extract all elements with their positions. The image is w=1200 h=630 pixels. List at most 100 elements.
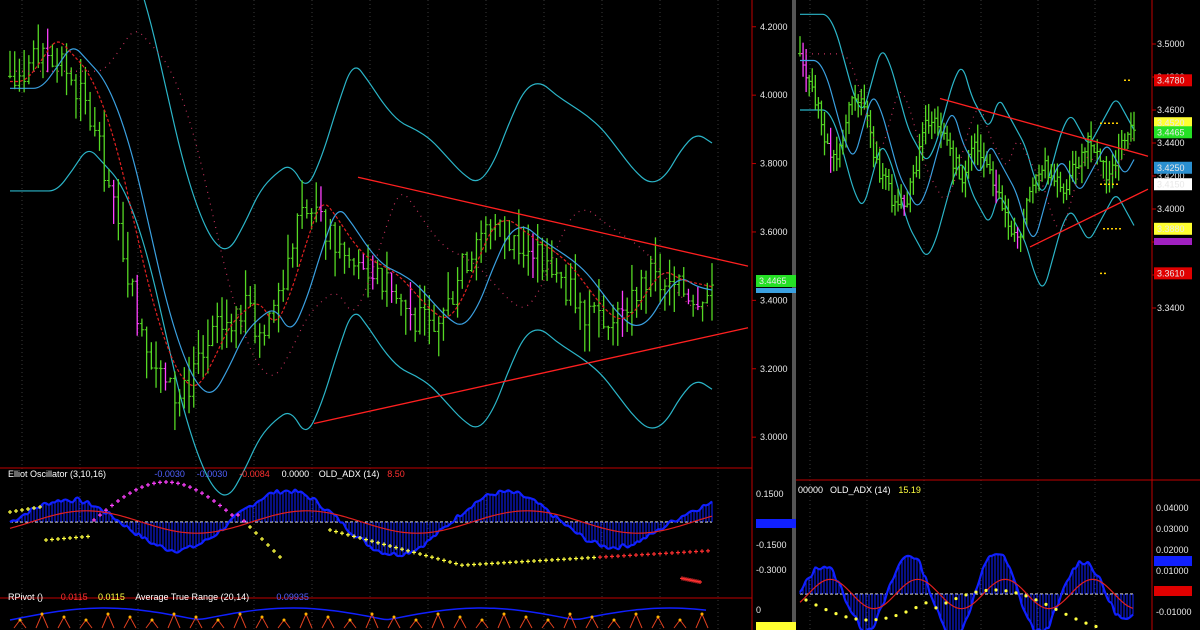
right-purple-tag — [1154, 238, 1192, 245]
right-price-tag: 3.4465 — [1157, 127, 1185, 137]
left-price-tick: 4.2000 — [760, 22, 788, 32]
left-price-tick: 3.4000 — [760, 295, 788, 305]
right-dot-point — [894, 613, 898, 618]
left-oscillator-tick: -0.1500 — [756, 540, 787, 550]
right-dot-point — [1094, 624, 1098, 629]
left-oscillator-tick: 0.1500 — [756, 489, 784, 499]
right-dot-point — [864, 618, 868, 622]
right-price-tick: 3.3400 — [1157, 303, 1185, 313]
left-price-tick: 4.0000 — [760, 90, 788, 100]
left-ma-tag — [756, 288, 796, 293]
right-dot-point — [994, 588, 998, 592]
left-pivot-point — [216, 618, 220, 622]
right-dot-point — [1044, 602, 1048, 607]
left-pivot-point — [546, 618, 550, 622]
left-pivot-point — [40, 612, 44, 616]
left-pivot-point — [238, 612, 242, 616]
left-pivot-legend-item: 0.09935 — [276, 592, 309, 602]
left-pivot-point — [84, 618, 88, 622]
left-pivot-point — [480, 618, 484, 622]
left-pivot-legend-item: 0.0115 — [61, 592, 88, 602]
right-price-tick: 3.4600 — [1157, 105, 1185, 115]
right-dot-point — [984, 588, 988, 593]
right-oscillator-legend-item: OLD_ADX (14) — [830, 485, 891, 495]
right-dot-point — [1064, 612, 1068, 616]
left-pivot-point — [326, 615, 330, 619]
left-pivot-point — [172, 612, 176, 616]
left-pivot-point — [62, 615, 66, 619]
left-oscillator-legend-item: OLD_ADX (14) — [319, 469, 380, 479]
left-pivot-point — [150, 618, 154, 622]
right-price-tag: 3.4780 — [1157, 75, 1185, 85]
left-pivot-legend-item: 0.0115 — [98, 592, 125, 602]
right-dot-point — [1024, 594, 1028, 598]
left-pivot-point — [348, 618, 352, 622]
left-pivot-point — [678, 618, 682, 622]
right-dot-point — [974, 590, 978, 594]
right-dot-point — [934, 606, 938, 610]
left-pivot-point — [128, 615, 132, 619]
left-pivot-point — [634, 612, 638, 616]
right-dot-point — [1074, 617, 1078, 621]
pane-splitter — [792, 0, 796, 630]
right-price-tick: 3.4400 — [1157, 138, 1185, 148]
left-pivot-point — [502, 612, 506, 616]
left-pivot-point — [458, 615, 462, 619]
left-pivot-point — [524, 615, 528, 619]
right-dot-point — [844, 615, 848, 619]
left-pivot-point — [106, 612, 110, 616]
right-oscillator-tick: -0.01000 — [1156, 607, 1192, 617]
right-dot-point — [954, 596, 958, 601]
left-price-tick: 3.8000 — [760, 159, 788, 169]
right-oscillator-legend-item: 15.19 — [898, 485, 921, 495]
right-dot-point — [914, 606, 918, 610]
right-price-tag: 3.3880 — [1157, 224, 1185, 234]
left-pivot-point — [656, 615, 660, 619]
left-pivot-legend-item: Average True Range (20,14) — [135, 592, 249, 602]
right-dot-point — [1084, 621, 1088, 625]
right-dot-point — [874, 618, 878, 622]
left-pivot-point — [414, 618, 418, 622]
right-dot-point — [924, 601, 928, 605]
left-price-tick: 3.2000 — [760, 364, 788, 374]
right-osc-tag — [1154, 556, 1192, 566]
left-pivot-tag — [756, 622, 796, 630]
right-oscillator-tick: 0.04000 — [1156, 503, 1189, 513]
right-dot-point — [854, 617, 858, 621]
left-pivot-tick: 0 — [756, 605, 761, 615]
right-dot-point — [904, 610, 908, 614]
right-price-tag: 3.4250 — [1157, 163, 1185, 173]
right-dot-point — [824, 607, 828, 612]
right-oscillator-tick: 0.01000 — [1156, 566, 1189, 576]
left-pivot-point — [194, 615, 198, 619]
left-pivot-point — [370, 612, 374, 616]
right-dot-point — [814, 603, 818, 607]
left-oscillator-legend-item: 8.50 — [387, 469, 405, 479]
right-dot-point — [1054, 607, 1058, 611]
left-osc-tag — [756, 519, 796, 528]
right-oscillator-tick: 0.03000 — [1156, 524, 1189, 534]
left-pivot-point — [18, 618, 22, 622]
right-dot-point — [834, 612, 838, 616]
left-price-tick: 3.0000 — [760, 432, 788, 442]
left-pivot-point — [700, 612, 704, 616]
left-oscillator-tick: -0.3000 — [756, 565, 787, 575]
right-price-tick: 3.5000 — [1157, 39, 1185, 49]
left-price-tick: 3.6000 — [760, 227, 788, 237]
right-oscillator-legend-item: 00000 — [798, 485, 823, 495]
right-dot-point — [884, 616, 888, 620]
right-osc-tag-red — [1154, 586, 1192, 596]
right-dot-point — [1034, 598, 1038, 602]
left-pivot-point — [304, 612, 308, 616]
left-last-price-tag: 3.4465 — [759, 276, 787, 286]
left-oscillator-legend-item: Elliot Oscillator (3,10,16) — [8, 469, 106, 479]
right-price-tag: 3.4150 — [1157, 179, 1185, 189]
left-pivot-point — [392, 615, 396, 619]
left-pivot-point — [612, 618, 616, 622]
right-dot-point — [964, 593, 968, 597]
right-dot-point — [1014, 591, 1018, 595]
left-oscillator-legend-item: -0.0084 — [239, 469, 270, 479]
left-pivot-point — [436, 612, 440, 616]
left-pivot-point — [282, 618, 286, 622]
left-pivot-point — [260, 615, 264, 619]
